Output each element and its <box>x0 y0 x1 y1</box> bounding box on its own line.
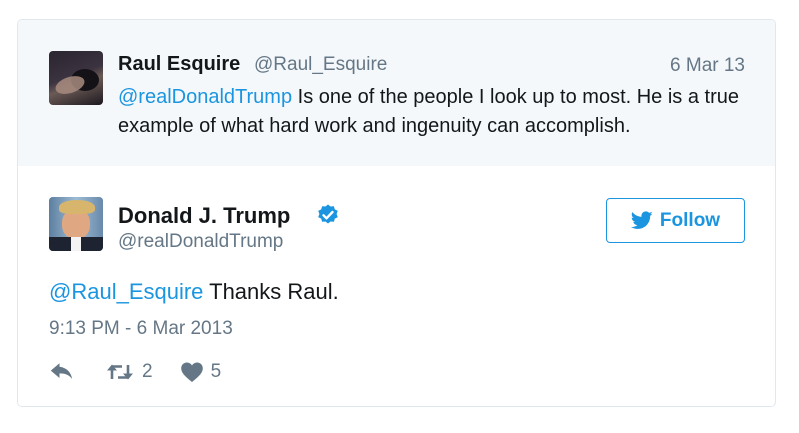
parent-author-name[interactable]: Raul Esquire <box>118 53 240 76</box>
parent-tweet-text: @realDonaldTrump Is one of the people I … <box>118 83 748 141</box>
retweet-button[interactable]: 2 <box>105 361 153 383</box>
like-count: 5 <box>210 361 222 382</box>
parent-author-avatar[interactable] <box>49 51 103 105</box>
verified-badge-icon <box>318 204 338 224</box>
tweet-timestamp[interactable]: 9:13 PM - 6 Mar 2013 <box>49 318 233 340</box>
main-author-name[interactable]: Donald J. Trump <box>118 203 290 229</box>
retweet-icon <box>107 364 133 380</box>
retweet-count: 2 <box>142 361 153 382</box>
parent-tweet-date[interactable]: 6 Mar 13 <box>670 55 745 77</box>
tweet-embed-card: Raul Esquire @Raul_Esquire 6 Mar 13 @rea… <box>17 19 776 407</box>
reply-button[interactable] <box>49 361 75 383</box>
main-author-avatar[interactable] <box>49 197 103 251</box>
like-button[interactable]: 5 <box>180 361 222 383</box>
main-author-handle[interactable]: @realDonaldTrump <box>118 231 283 253</box>
main-tweet-text: @Raul_Esquire Thanks Raul. <box>49 279 339 305</box>
heart-icon <box>180 362 203 382</box>
parent-tweet[interactable]: Raul Esquire @Raul_Esquire 6 Mar 13 @rea… <box>18 20 775 166</box>
main-tweet-body: Thanks Raul. <box>203 279 339 304</box>
follow-button[interactable]: Follow <box>606 198 745 243</box>
main-tweet-mention[interactable]: @Raul_Esquire <box>49 279 203 304</box>
parent-tweet-mention[interactable]: @realDonaldTrump <box>118 86 292 108</box>
follow-button-label: Follow <box>659 209 721 231</box>
parent-author-handle[interactable]: @Raul_Esquire <box>254 54 387 76</box>
twitter-bird-icon <box>630 211 653 229</box>
reply-icon <box>50 363 73 379</box>
tweet-actions: 2 5 <box>49 359 221 385</box>
